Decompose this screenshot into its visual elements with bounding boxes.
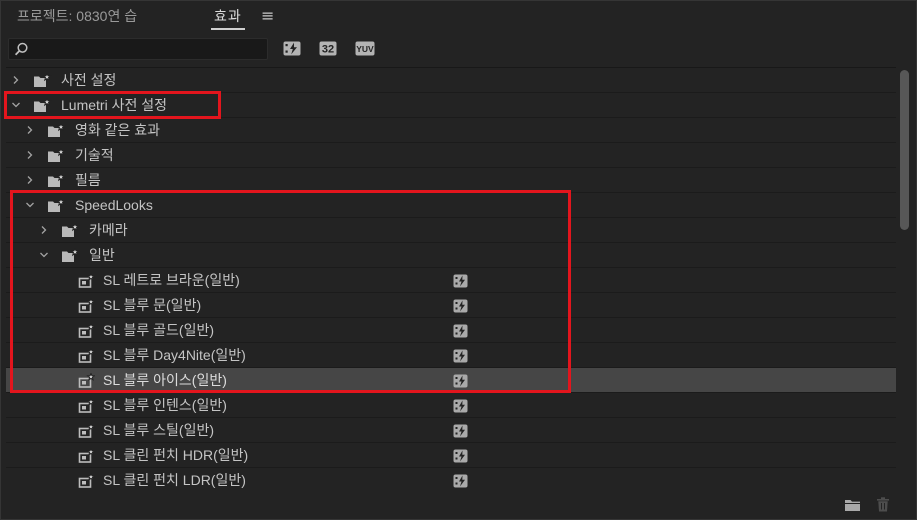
tree-item-label: SL 레트로 브라운(일반): [103, 272, 240, 288]
yuv-effects-icon[interactable]: YUV: [355, 41, 375, 56]
32-bit-label: 32: [322, 44, 334, 56]
effect-preset-icon: [78, 448, 95, 463]
tree-item-label: SL 블루 스틸(일반): [103, 422, 214, 438]
tree-preset-row[interactable]: SL 레트로 브라운(일반): [6, 268, 896, 293]
trash-icon[interactable]: [876, 497, 890, 512]
search-input[interactable]: [33, 39, 263, 59]
tree-folder-row[interactable]: Lumetri 사전 설정: [6, 93, 896, 118]
accelerated-effect-icon: [453, 324, 468, 338]
accelerated-effect-icon: [453, 399, 468, 413]
tab-effects[interactable]: 효과: [214, 7, 242, 25]
tree-folder-row[interactable]: 영화 같은 효과: [6, 118, 896, 143]
preset-folder-icon: [47, 123, 66, 138]
tree-folder-row[interactable]: 사전 설정: [6, 68, 896, 93]
effect-preset-icon: [78, 323, 95, 338]
effect-preset-icon: [78, 273, 95, 288]
accelerated-effect-icon: [453, 424, 468, 438]
tab-project[interactable]: 프로젝트: 0830연 습: [17, 7, 137, 25]
chevron-right-icon[interactable]: [25, 150, 35, 160]
effect-preset-icon: [78, 423, 95, 438]
scrollbar-thumb[interactable]: [900, 70, 909, 230]
chevron-right-icon[interactable]: [25, 175, 35, 185]
32-bit-color-icon[interactable]: 32: [319, 41, 337, 56]
preset-folder-icon: [47, 148, 66, 163]
chevron-down-icon[interactable]: [11, 100, 21, 110]
effect-preset-icon: [78, 373, 95, 388]
chevron-right-icon[interactable]: [11, 75, 21, 85]
new-bin-icon[interactable]: [844, 498, 861, 512]
tree-folder-row[interactable]: 필름: [6, 168, 896, 193]
tree-preset-row[interactable]: SL 블루 Day4Nite(일반): [6, 343, 896, 368]
accelerated-effect-icon: [453, 299, 468, 313]
effect-preset-icon: [78, 348, 95, 363]
tree-folder-row[interactable]: 일반: [6, 243, 896, 268]
accelerated-effect-icon: [453, 474, 468, 488]
chevron-down-icon[interactable]: [39, 250, 49, 260]
search-icon: [14, 42, 28, 56]
accelerated-effect-icon: [453, 449, 468, 463]
preset-folder-icon: [33, 98, 52, 113]
tree-preset-row[interactable]: SL 블루 아이스(일반): [6, 368, 896, 393]
chevron-down-icon[interactable]: [25, 200, 35, 210]
tree-item-label: SL 클린 펀치 HDR(일반): [103, 447, 249, 463]
vertical-scrollbar[interactable]: [897, 67, 911, 492]
tree-preset-row[interactable]: SL 블루 골드(일반): [6, 318, 896, 343]
tree-item-label: 기술적: [75, 147, 114, 163]
tree-folder-row[interactable]: SpeedLooks: [6, 193, 896, 218]
search-box[interactable]: [8, 38, 268, 60]
effect-preset-icon: [78, 398, 95, 413]
effects-tree: 사전 설정 Lumetri 사전 설정영화 같은 효과기술적필름 SpeedLook…: [6, 67, 896, 492]
chevron-right-icon[interactable]: [25, 125, 35, 135]
preset-folder-icon: [61, 248, 80, 263]
tree-preset-row[interactable]: SL 블루 스틸(일반): [6, 418, 896, 443]
preset-folder-icon: [47, 173, 66, 188]
tree-item-label: SL 블루 골드(일반): [103, 322, 214, 338]
hamburger-menu-icon[interactable]: ≡: [261, 6, 274, 26]
tree-item-label: 필름: [75, 172, 101, 188]
chevron-right-icon[interactable]: [39, 225, 49, 235]
tree-item-label: 카메라: [89, 222, 128, 238]
active-tab-indicator: [211, 28, 245, 30]
tree-item-label: SL 블루 문(일반): [103, 297, 202, 313]
tree-item-label: SL 클린 펀치 LDR(일반): [103, 472, 246, 488]
preset-folder-icon: [33, 73, 52, 88]
tree-item-label: SL 블루 Day4Nite(일반): [103, 347, 246, 363]
tree-folder-row[interactable]: 기술적: [6, 143, 896, 168]
effects-panel: 프로젝트: 0830연 습 효과 ≡ 32 YUV 사전 설정 Lumetri 사…: [0, 0, 917, 520]
accelerated-effect-icon: [453, 374, 468, 388]
tree-item-label: 사전 설정: [61, 72, 117, 88]
accelerated-effect-icon: [453, 349, 468, 363]
tree-item-label: Lumetri 사전 설정: [61, 97, 167, 113]
effect-preset-icon: [78, 298, 95, 313]
tree-item-label: 일반: [89, 247, 115, 263]
tree-preset-row[interactable]: SL 블루 문(일반): [6, 293, 896, 318]
effect-preset-icon: [78, 473, 95, 488]
tree-item-label: SL 블루 아이스(일반): [103, 372, 227, 388]
tree-item-label: SL 블루 인텐스(일반): [103, 397, 227, 413]
accelerated-effects-icon[interactable]: [283, 41, 301, 56]
accelerated-effect-icon: [453, 274, 468, 288]
preset-folder-icon: [47, 198, 66, 213]
yuv-label: YUV: [356, 44, 374, 54]
tree-preset-row[interactable]: SL 클린 펀치 HDR(일반): [6, 443, 896, 468]
tree-preset-row[interactable]: SL 클린 펀치 LDR(일반): [6, 468, 896, 492]
tree-item-label: SpeedLooks: [75, 197, 153, 213]
tree-item-label: 영화 같은 효과: [75, 122, 161, 138]
tree-preset-row[interactable]: SL 블루 인텐스(일반): [6, 393, 896, 418]
preset-folder-icon: [61, 223, 80, 238]
tree-folder-row[interactable]: 카메라: [6, 218, 896, 243]
